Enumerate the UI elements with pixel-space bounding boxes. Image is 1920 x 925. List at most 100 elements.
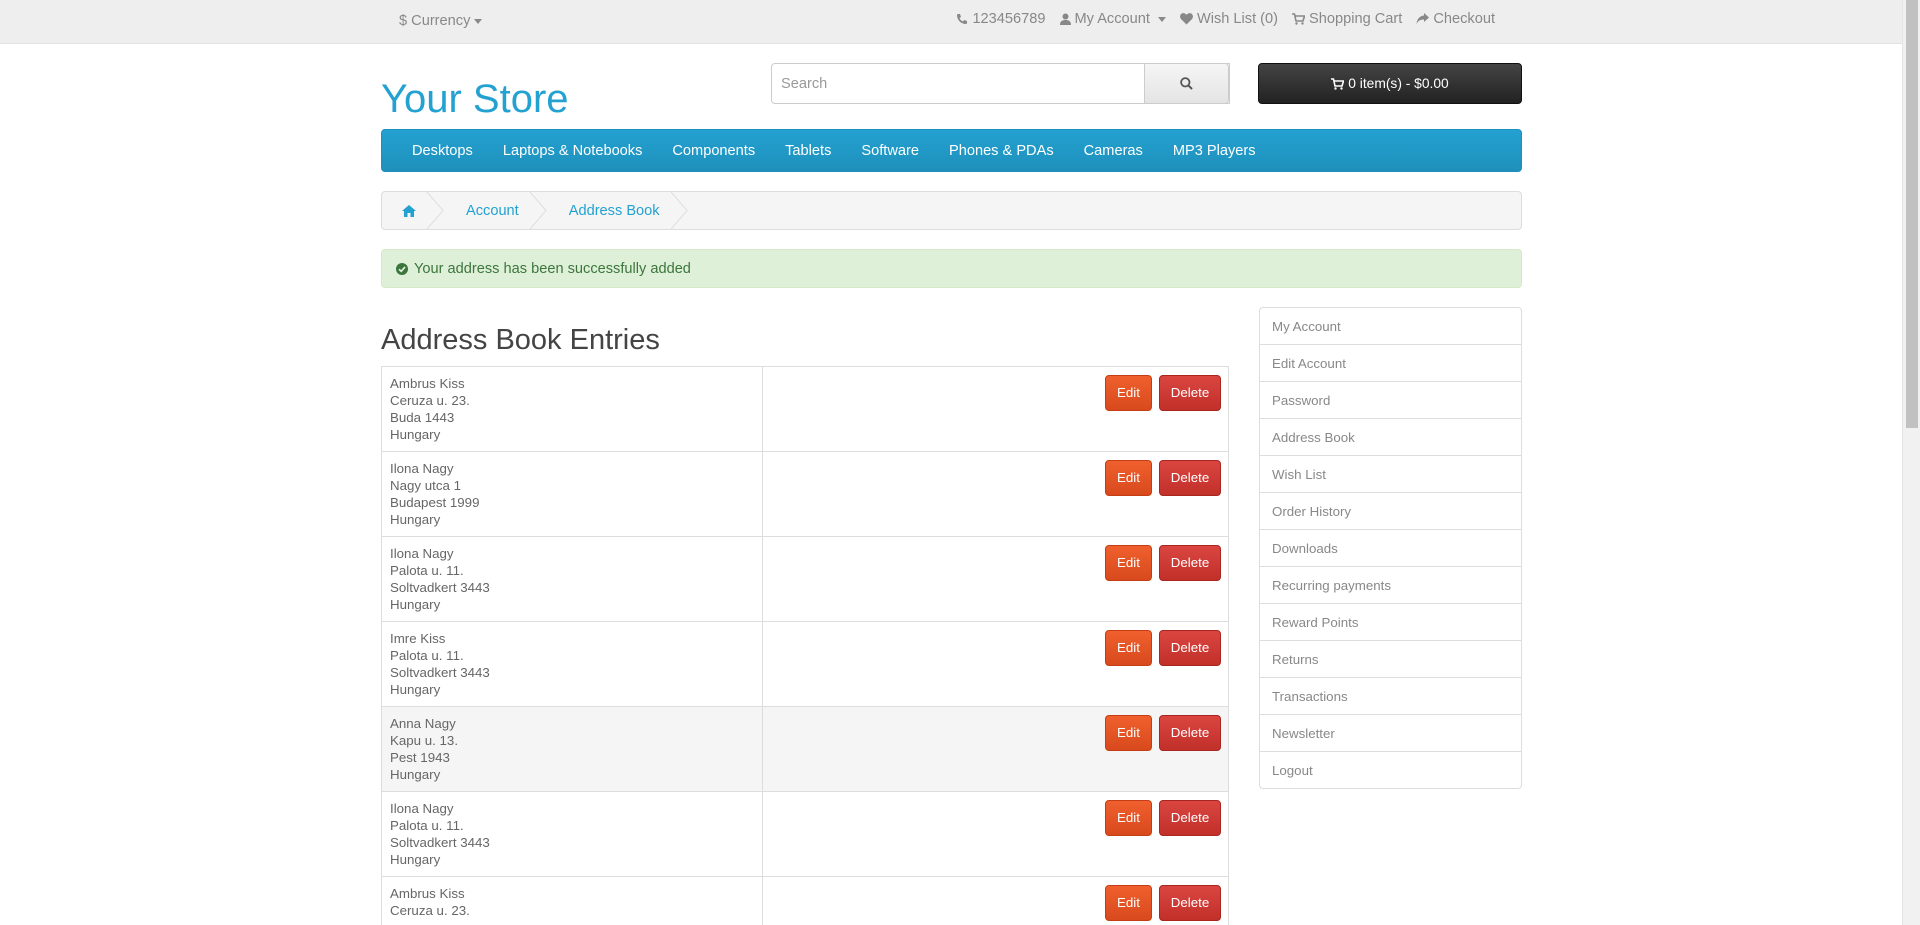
address-row: Anna Nagy Kapu u. 13. Pest 1943 Hungary Edit… — [381, 706, 1229, 792]
address-cell: Ilona Nagy Palota u. 11. Soltvadkert 3443 H… — [381, 536, 763, 622]
sidebar-item-address-book[interactable]: Address Book — [1260, 418, 1521, 455]
menu-item-phones[interactable]: Phones & PDAs — [937, 143, 1066, 159]
address-line: Pest 1943 — [390, 750, 450, 765]
address-line: Hungary — [390, 852, 441, 867]
actions-cell: Edit Delete — [762, 451, 1229, 537]
store-logo[interactable]: Your Store — [381, 77, 569, 122]
search-button[interactable] — [1144, 63, 1229, 104]
address-line: Ceruza u. 23. — [390, 393, 470, 408]
address-cell: Anna Nagy Kapu u. 13. Pest 1943 Hungary — [381, 706, 763, 792]
menu-item-laptops[interactable]: Laptops & Notebooks — [491, 143, 655, 159]
address-table: Ambrus Kiss Ceruza u. 23. Buda 1443 Hungary… — [381, 366, 1229, 925]
edit-button[interactable]: Edit — [1105, 800, 1152, 836]
currency-label: $ Currency — [399, 13, 471, 29]
address-line: Ilona Nagy — [390, 461, 454, 476]
address-line: Palota u. 11. — [390, 648, 464, 663]
edit-button[interactable]: Edit — [1105, 885, 1152, 921]
edit-button[interactable]: Edit — [1105, 460, 1152, 496]
sidebar-item-password[interactable]: Password — [1260, 381, 1521, 418]
address-row: Ambrus Kiss Ceruza u. 23. Edit Delete — [381, 876, 1229, 925]
address-cell: Imre Kiss Palota u. 11. Soltvadkert 3443 Hu… — [381, 621, 763, 707]
sidebar-item-my-account[interactable]: My Account — [1260, 308, 1521, 344]
delete-button[interactable]: Delete — [1159, 885, 1221, 921]
sidebar-item-returns[interactable]: Returns — [1260, 640, 1521, 677]
sidebar-item-downloads[interactable]: Downloads — [1260, 529, 1521, 566]
breadcrumb-home[interactable] — [382, 192, 444, 229]
menu-item-cameras[interactable]: Cameras — [1072, 143, 1155, 159]
user-icon — [1059, 13, 1071, 25]
sidebar-item-order-history[interactable]: Order History — [1260, 492, 1521, 529]
cart-icon — [1292, 13, 1306, 25]
address-cell: Ilona Nagy Nagy utca 1 Budapest 1999 Hungar… — [381, 451, 763, 537]
wishlist-link[interactable]: Wish List (0) — [1180, 11, 1278, 27]
delete-button[interactable]: Delete — [1159, 630, 1221, 666]
sidebar-item-recurring-payments[interactable]: Recurring payments — [1260, 566, 1521, 603]
scrollbar-thumb[interactable] — [1906, 0, 1918, 428]
breadcrumb-account[interactable]: Account — [444, 192, 547, 229]
breadcrumb-address-book-label: Address Book — [568, 202, 660, 219]
address-row: Imre Kiss Palota u. 11. Soltvadkert 3443 Hu… — [381, 621, 1229, 707]
actions-cell: Edit Delete — [762, 536, 1229, 622]
main-menu: Desktops Laptops & Notebooks Components … — [381, 129, 1522, 172]
address-line: Hungary — [390, 597, 441, 612]
sidebar-item-newsletter[interactable]: Newsletter — [1260, 714, 1521, 751]
breadcrumb-separator — [426, 192, 444, 229]
address-line: Kapu u. 13. — [390, 733, 459, 748]
edit-button[interactable]: Edit — [1105, 715, 1152, 751]
top-links: 123456789 My Account Wish List (0) Shopp… — [956, 11, 1495, 27]
edit-button[interactable]: Edit — [1105, 545, 1152, 581]
wishlist-label: Wish List (0) — [1196, 11, 1279, 27]
delete-button[interactable]: Delete — [1159, 375, 1221, 411]
currency-dropdown[interactable]: $ Currency — [399, 13, 483, 29]
page-scrollbar[interactable] — [1902, 0, 1920, 925]
address-line: Palota u. 11. — [390, 818, 464, 833]
menu-item-software[interactable]: Software — [849, 143, 931, 159]
actions-cell: Edit Delete — [762, 706, 1229, 792]
address-line: Soltvadkert 3443 — [390, 580, 490, 595]
sidebar-item-logout[interactable]: Logout — [1260, 751, 1521, 788]
page-title: Address Book Entries — [381, 324, 660, 356]
address-line: Hungary — [390, 767, 441, 782]
menu-item-mp3[interactable]: MP3 Players — [1161, 143, 1268, 159]
address-row: Ilona Nagy Nagy utca 1 Budapest 1999 Hungar… — [381, 451, 1229, 537]
breadcrumb: Account Address Book — [381, 191, 1522, 230]
address-row: Ilona Nagy Palota u. 11. Soltvadkert 3443 H… — [381, 536, 1229, 622]
edit-button[interactable]: Edit — [1105, 375, 1152, 411]
address-line: Hungary — [390, 512, 441, 527]
home-icon — [402, 204, 416, 217]
phone-icon — [957, 14, 968, 24]
delete-button[interactable]: Delete — [1159, 460, 1221, 496]
delete-button[interactable]: Delete — [1159, 715, 1221, 751]
phone-link[interactable]: 123456789 — [956, 11, 1046, 27]
sidebar-item-wish-list[interactable]: Wish List — [1260, 455, 1521, 492]
address-line: Hungary — [390, 682, 441, 697]
edit-button[interactable]: Edit — [1105, 630, 1152, 666]
delete-button[interactable]: Delete — [1159, 545, 1221, 581]
delete-button[interactable]: Delete — [1159, 800, 1221, 836]
menu-item-components[interactable]: Components — [660, 143, 767, 159]
sidebar-item-edit-account[interactable]: Edit Account — [1260, 344, 1521, 381]
breadcrumb-address-book[interactable]: Address Book — [547, 192, 688, 229]
actions-cell: Edit Delete — [762, 876, 1229, 925]
address-line: Palota u. 11. — [390, 563, 464, 578]
actions-cell: Edit Delete — [762, 621, 1229, 707]
shopping-cart-link[interactable]: Shopping Cart — [1292, 11, 1402, 27]
my-account-dropdown[interactable]: My Account — [1059, 11, 1166, 27]
checkout-link[interactable]: Checkout — [1416, 11, 1495, 27]
menu-item-tablets[interactable]: Tablets — [773, 143, 843, 159]
address-line: Soltvadkert 3443 — [390, 835, 490, 850]
address-cell: Ambrus Kiss Ceruza u. 23. Buda 1443 Hungary — [381, 366, 763, 452]
sidebar-item-transactions[interactable]: Transactions — [1260, 677, 1521, 714]
cart-button[interactable]: 0 item(s) - $0.00 — [1258, 63, 1522, 104]
address-line: Ilona Nagy — [390, 546, 454, 561]
menu-item-desktops[interactable]: Desktops — [400, 143, 485, 159]
cart-label: 0 item(s) - $0.00 — [1348, 76, 1449, 91]
address-line: Ambrus Kiss — [390, 376, 465, 391]
cart-icon — [1331, 77, 1345, 90]
address-line: Ambrus Kiss — [390, 886, 465, 901]
address-line: Ilona Nagy — [390, 801, 454, 816]
address-line: Anna Nagy — [390, 716, 456, 731]
address-line: Hungary — [390, 427, 441, 442]
sidebar-item-reward-points[interactable]: Reward Points — [1260, 603, 1521, 640]
address-row: Ambrus Kiss Ceruza u. 23. Buda 1443 Hungary… — [381, 366, 1229, 452]
